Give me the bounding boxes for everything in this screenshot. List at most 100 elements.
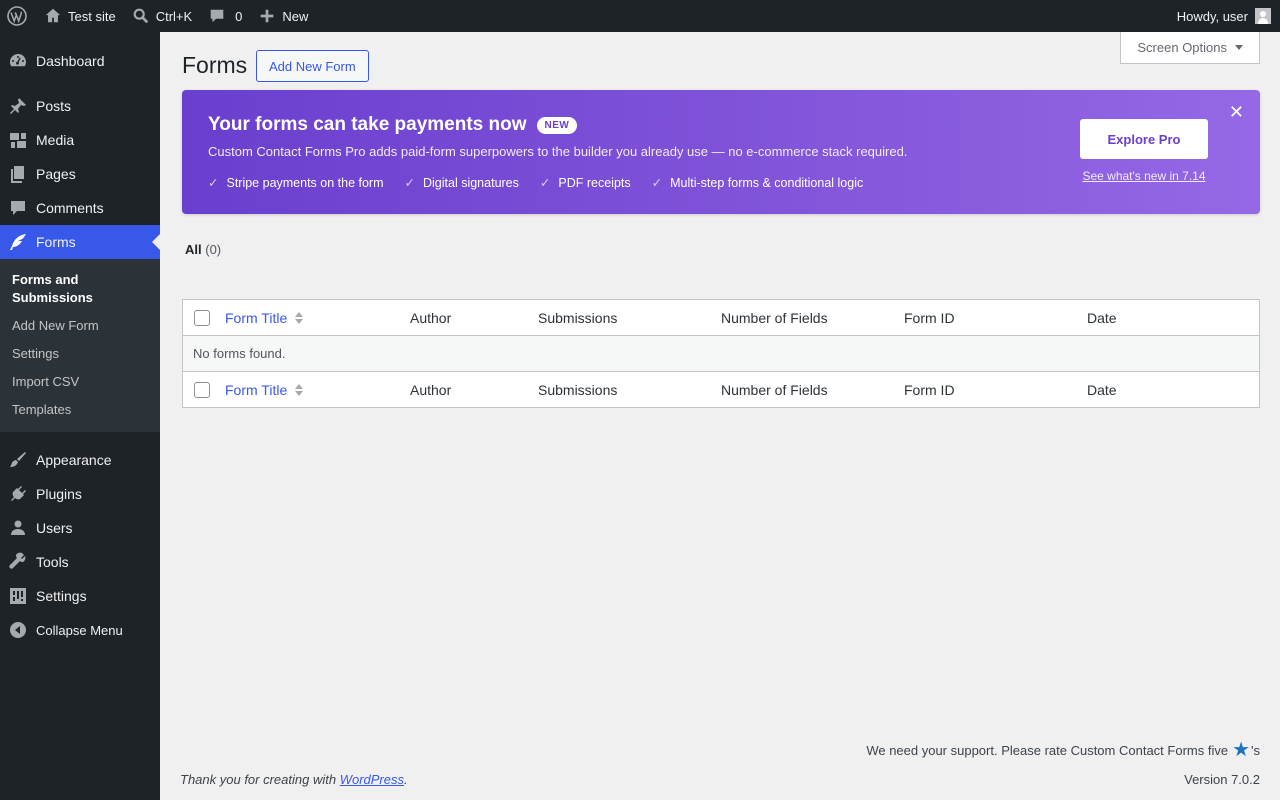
feature-label: Multi-step forms & conditional logic [670,175,864,190]
site-name-link[interactable]: Test site [36,0,124,32]
pages-icon [11,166,24,183]
column-header-author: Author [410,381,452,398]
sidebar-item-plugins[interactable]: Plugins [0,477,160,511]
admin-menu: Dashboard Posts Media Pages Comments For… [0,32,160,800]
admin-bar: Test site Ctrl+K 0 New Howdy, user [0,0,1280,32]
banner-feature-list: ✓ Stripe payments on the form ✓ Digital si… [208,175,884,191]
footer-version: Version 7.0.2 [1184,772,1260,787]
add-new-form-button[interactable]: Add New Form [256,50,369,82]
feature-label: PDF receipts [558,175,631,190]
comments-link[interactable]: 0 [200,0,250,32]
sidebar-item-label: Comments [36,200,104,216]
wrench-icon [9,552,26,569]
forms-submenu: Forms and Submissions Add New Form Setti… [0,259,160,432]
sidebar-item-pages[interactable]: Pages [0,157,160,191]
footer-thanks-suffix: . [404,772,408,787]
sidebar-item-label: Collapse Menu [36,622,123,638]
checkmark-icon: ✓ [651,176,663,190]
sidebar-item-comments[interactable]: Comments [0,191,160,225]
sidebar-item-users[interactable]: Users [0,511,160,545]
settings-sliders-icon [10,588,26,604]
sidebar-item-label: Pages [36,166,76,182]
screen-options-button[interactable]: Screen Options [1120,32,1260,64]
media-icon [10,133,26,148]
checkmark-icon: ✓ [539,176,551,190]
rating-request-text: We need your support. Please rate Custom… [866,742,1229,758]
plug-icon [11,486,26,501]
sidebar-item-settings[interactable]: Settings [0,579,160,613]
feature-item: ✓ PDF receipts [539,175,631,191]
wordpress-logo-icon[interactable] [0,0,36,32]
page-title: Forms [182,52,248,78]
banner-title: Your forms can take payments now NEW [208,114,578,136]
feather-quill-icon [10,234,26,250]
sidebar-item-tools[interactable]: Tools [0,545,160,579]
new-badge: NEW [536,116,578,134]
pro-promo-banner: Your forms can take payments now NEW Cus… [182,90,1260,214]
view-filter-all[interactable]: All (0) [185,242,221,257]
main-content: Screen Options Forms Add New Form Your f… [160,32,1280,800]
sidebar-item-label: Media [36,132,75,148]
sidebar-item-label: Tools [36,554,69,570]
search-command[interactable]: Ctrl+K [124,0,200,32]
column-header-submissions: Submissions [538,309,618,326]
view-all-label: All [185,242,202,257]
sidebar-item-appearance[interactable]: Appearance [0,443,160,477]
comment-bubble-icon [11,201,25,215]
column-header-label: Form Title [225,381,288,398]
screen-options-label: Screen Options [1137,40,1227,55]
collapse-menu-button[interactable]: Collapse Menu [0,613,160,647]
sidebar-item-label: Users [36,520,73,536]
plus-icon [261,9,274,23]
column-header-form-id: Form ID [904,309,955,326]
column-header-number-of-fields: Number of Fields [721,309,828,326]
comment-bubble-icon [210,9,224,23]
sidebar-item-label: Dashboard [36,53,105,69]
sidebar-item-label: Settings [36,588,87,604]
column-header-date: Date [1087,381,1117,398]
table-header-row: Form Title Author Submissions Number of … [183,300,1259,336]
column-form-title-sortable[interactable]: Form Title [225,382,410,398]
my-account[interactable]: Howdy, user [1177,8,1280,24]
explore-pro-button[interactable]: Explore Pro [1080,119,1208,159]
submenu-item-templates[interactable]: Templates [0,396,160,424]
site-name-label: Test site [68,8,116,24]
submenu-item-settings[interactable]: Settings [0,340,160,368]
new-label: New [282,8,309,24]
star-icon[interactable]: ★ [1232,740,1250,760]
table-empty-row: No forms found. [183,336,1259,371]
submenu-item-forms-and-submissions[interactable]: Forms and Submissions [0,266,110,312]
sidebar-item-forms[interactable]: Forms [0,225,160,259]
sidebar-item-dashboard[interactable]: Dashboard [0,44,160,78]
sidebar-item-label: Forms [36,234,76,250]
comments-count: 0 [235,8,243,24]
dashboard-gauge-icon [10,54,26,67]
feature-item: ✓ Multi-step forms & conditional logic [651,175,864,191]
whats-new-link[interactable]: See what's new in 7.14 [1080,169,1208,183]
sidebar-item-label: Plugins [36,486,82,502]
sidebar-item-posts[interactable]: Posts [0,89,160,123]
view-all-count: (0) [205,242,222,257]
feature-label: Digital signatures [423,175,519,190]
sidebar-item-media[interactable]: Media [0,123,160,157]
search-icon [133,8,148,24]
rating-request: We need your support. Please rate Custom… [866,740,1260,760]
submenu-item-add-new-form[interactable]: Add New Form [0,312,160,340]
collapse-arrow-icon [10,622,26,638]
feature-label: Stripe payments on the form [226,175,384,190]
avatar [1255,8,1271,24]
sidebar-item-label: Appearance [36,452,112,468]
new-content-link[interactable]: New [250,0,316,32]
sort-arrows-icon [295,311,304,324]
select-all-checkbox[interactable] [194,309,210,326]
wordpress-link[interactable]: WordPress [340,772,404,787]
column-header-submissions: Submissions [538,381,618,398]
select-all-checkbox-footer[interactable] [194,381,210,398]
rating-request-suffix: 's [1251,742,1260,758]
paintbrush-icon [10,452,26,467]
submenu-item-import-csv[interactable]: Import CSV [0,368,160,396]
close-icon[interactable]: ✕ [1229,102,1244,123]
column-form-title-sortable[interactable]: Form Title [225,310,410,326]
banner-title-text: Your forms can take payments now [208,114,527,135]
column-header-label: Form Title [225,309,288,326]
